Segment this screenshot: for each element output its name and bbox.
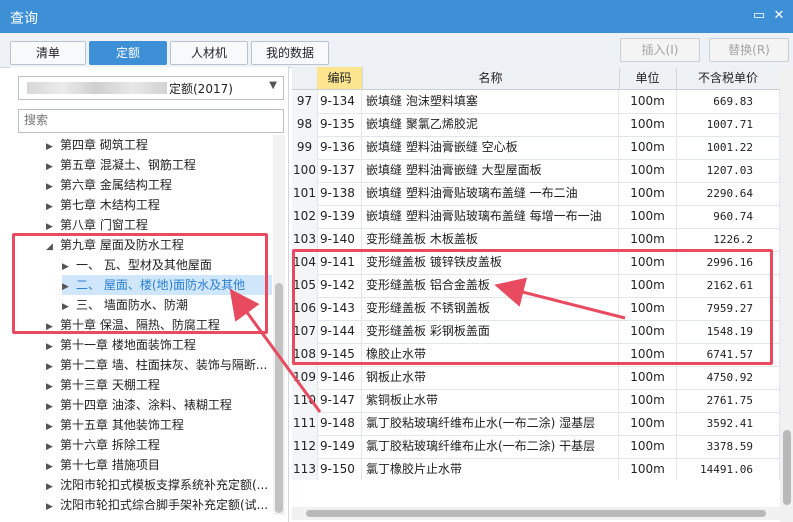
annotation-arrows <box>229 277 626 413</box>
arrow-to-aluminum-plate <box>494 277 626 320</box>
arrow-to-tree-item <box>229 288 322 413</box>
